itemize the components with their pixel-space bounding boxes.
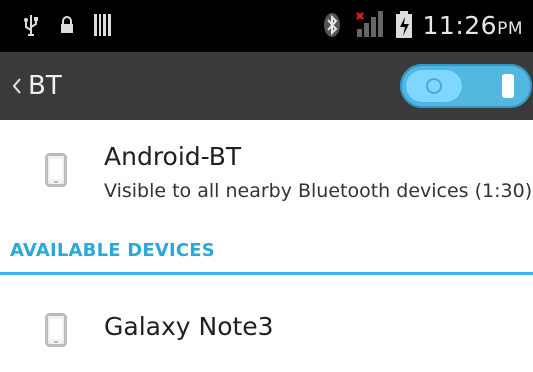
bluetooth-toggle[interactable] xyxy=(400,64,532,108)
lock-icon xyxy=(61,16,73,33)
device-name: Galaxy Note3 xyxy=(104,312,274,341)
chevron-left-icon xyxy=(12,78,21,94)
bluetooth-icon xyxy=(323,13,340,37)
toggle-off-circle-icon xyxy=(426,78,442,94)
signal-icon xyxy=(355,11,383,37)
status-time: 11:26PM xyxy=(423,11,523,40)
status-bar: 11:26PM xyxy=(0,0,533,52)
battery-icon xyxy=(395,11,412,38)
section-divider xyxy=(0,272,533,275)
action-bar: BT xyxy=(0,52,533,120)
barcode-icon xyxy=(94,14,111,36)
usb-icon xyxy=(24,15,38,36)
this-device-row[interactable]: Android-BT Visible to all nearby Bluetoo… xyxy=(0,120,533,230)
visibility-text: Visible to all nearby Bluetooth devices … xyxy=(104,180,533,202)
status-time-value: 11:26 xyxy=(422,10,498,40)
available-devices-header: AVAILABLE DEVICES xyxy=(10,240,215,261)
this-device-name: Android-BT xyxy=(104,142,242,171)
toggle-knob xyxy=(404,68,464,104)
phone-icon xyxy=(45,153,67,187)
page-title: BT xyxy=(28,71,62,101)
phone-icon xyxy=(45,313,67,347)
status-left-icons xyxy=(22,12,112,38)
back-button[interactable]: BT xyxy=(12,52,62,120)
status-time-ampm: PM xyxy=(497,18,523,39)
status-right-icons: 11:26PM xyxy=(323,10,523,40)
device-list-item[interactable]: Galaxy Note3 xyxy=(0,300,533,360)
toggle-on-bar-icon xyxy=(502,74,514,98)
